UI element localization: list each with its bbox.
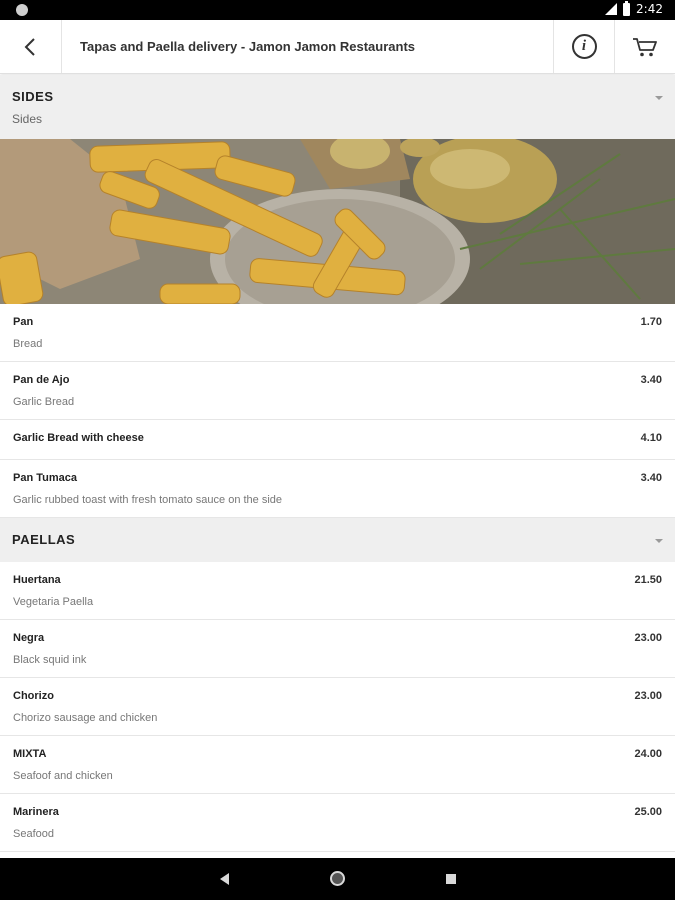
- menu-content[interactable]: SIDES Sides Pan Bread 1.70 Pan de Ajo Ga…: [0, 75, 675, 858]
- list-item[interactable]: Pan de Ajo Garlic Bread 3.40: [0, 362, 675, 420]
- list-item[interactable]: Marinera Seafood 25.00: [0, 794, 675, 852]
- section-header-paellas[interactable]: PAELLAS: [0, 518, 675, 562]
- item-description: Seafood: [13, 828, 54, 840]
- item-name: MIXTA: [13, 748, 47, 760]
- item-name: Chorizo: [13, 690, 54, 702]
- item-price: 4.10: [640, 432, 662, 444]
- item-name: Pan Tumaca: [13, 472, 77, 484]
- item-description: Chorizo sausage and chicken: [13, 712, 158, 724]
- item-price: 3.40: [640, 374, 662, 386]
- list-item[interactable]: MIXTA Seafoof and chicken 24.00: [0, 736, 675, 794]
- status-bar: 2:42: [0, 0, 675, 20]
- info-button[interactable]: i: [553, 20, 614, 73]
- item-price: 24.00: [634, 748, 662, 760]
- list-item[interactable]: Chorizo Chorizo sausage and chicken 23.0…: [0, 678, 675, 736]
- chevron-down-icon: [655, 96, 663, 100]
- list-item[interactable]: Garlic Bread with cheese 4.10: [0, 420, 675, 460]
- back-button[interactable]: [0, 20, 62, 73]
- item-description: Vegetaria Paella: [13, 596, 94, 608]
- back-arrow-icon: [24, 37, 35, 56]
- signal-icon: [605, 3, 618, 15]
- cart-button[interactable]: [614, 20, 675, 73]
- nav-home-icon[interactable]: [330, 871, 345, 886]
- list-item[interactable]: Huertana Vegetaria Paella 21.50: [0, 562, 675, 620]
- section-subtitle: Sides: [12, 112, 43, 126]
- item-description: Garlic Bread: [13, 396, 75, 408]
- item-price: 23.00: [634, 632, 662, 644]
- list-item[interactable]: Pan Bread 1.70: [0, 304, 675, 362]
- info-icon: i: [571, 34, 597, 59]
- fries-photo: [0, 139, 675, 304]
- status-icons: 2:42: [605, 0, 663, 16]
- item-description: Seafoof and chicken: [13, 770, 113, 782]
- item-price: 3.40: [640, 472, 662, 484]
- section-title: PAELLAS: [12, 532, 76, 547]
- sides-hero-image: [0, 139, 675, 304]
- item-price: 25.00: [634, 806, 662, 818]
- item-price: 23.00: [634, 690, 662, 702]
- list-item[interactable]: Pan Tumaca Garlic rubbed toast with fres…: [0, 460, 675, 518]
- page-title: Tapas and Paella delivery - Jamon Jamon …: [80, 39, 415, 54]
- nav-recent-icon[interactable]: [446, 874, 456, 884]
- item-description: Black squid ink: [13, 654, 87, 666]
- item-name: Pan: [13, 316, 34, 328]
- notification-dot-icon: [16, 4, 28, 16]
- status-time: 2:42: [636, 2, 663, 16]
- battery-icon: [623, 0, 631, 16]
- cart-icon: [633, 37, 657, 56]
- app-bar: Tapas and Paella delivery - Jamon Jamon …: [0, 20, 675, 74]
- item-name: Garlic Bread with cheese: [13, 432, 144, 444]
- section-title: SIDES: [12, 89, 54, 104]
- list-item[interactable]: Negra Black squid ink 23.00: [0, 620, 675, 678]
- item-description: Bread: [13, 338, 43, 350]
- system-nav-bar: [0, 858, 675, 900]
- item-description: Garlic rubbed toast with fresh tomato sa…: [13, 494, 283, 506]
- item-name: Huertana: [13, 574, 61, 586]
- item-price: 21.50: [634, 574, 662, 586]
- chevron-down-icon: [655, 539, 663, 543]
- item-price: 1.70: [640, 316, 662, 328]
- nav-back-icon[interactable]: [220, 873, 229, 885]
- section-header-sides[interactable]: SIDES Sides: [0, 75, 675, 139]
- item-name: Pan de Ajo: [13, 374, 70, 386]
- item-name: Negra: [13, 632, 45, 644]
- item-name: Marinera: [13, 806, 59, 818]
